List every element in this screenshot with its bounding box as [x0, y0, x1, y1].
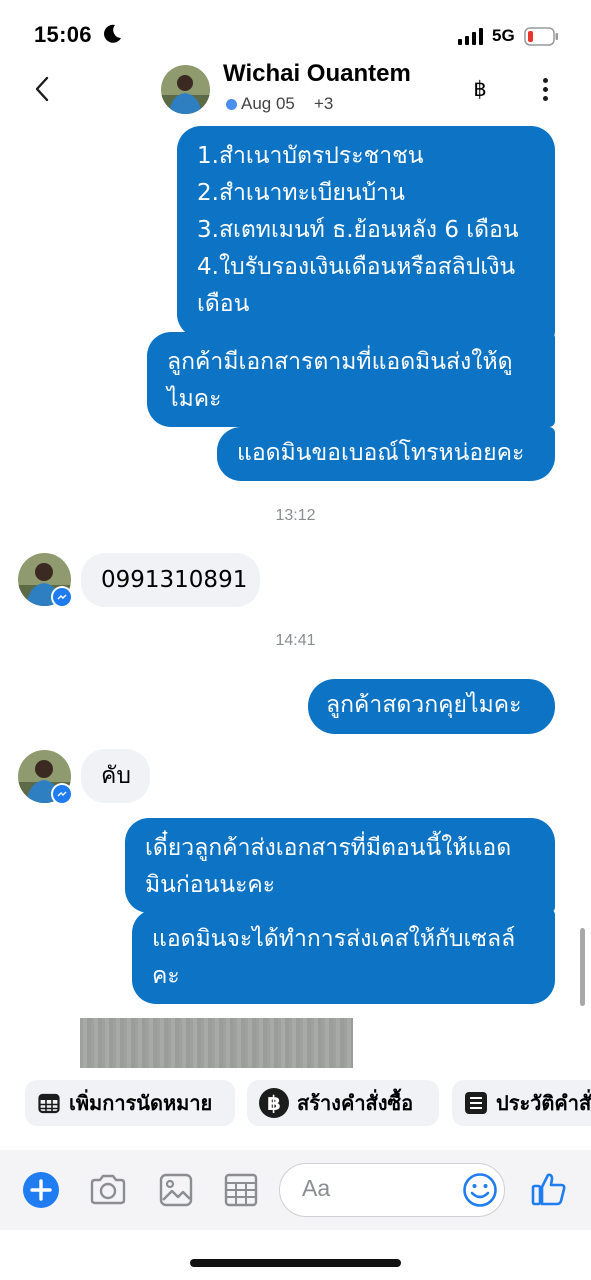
add-appointment-chip[interactable]: เพิ่มการนัดหมาย	[25, 1080, 235, 1126]
back-icon[interactable]	[32, 74, 54, 104]
message-bubble-incoming[interactable]: คับ	[81, 749, 150, 803]
order-history-chip[interactable]: ประวัติคำสั่งซื้อ	[452, 1080, 591, 1126]
message-bubble-outgoing[interactable]: เดี๋ยวลูกค้าส่งเอกสารที่มีตอนนี้ให้แอด ม…	[125, 818, 555, 913]
create-order-chip[interactable]: ฿ สร้างคำสั่งซื้อ	[247, 1080, 439, 1126]
message-bubble-outgoing[interactable]: ลูกค้ามีเอกสารตามที่แอดมินส่งให้ดู ไมคะ	[147, 332, 555, 427]
timestamp-separator: 14:41	[275, 632, 316, 649]
messenger-badge-icon	[51, 783, 73, 805]
camera-icon[interactable]	[88, 1170, 128, 1210]
messenger-badge-icon	[51, 586, 73, 608]
status-time: 15:06	[34, 22, 92, 47]
emoji-icon[interactable]	[462, 1172, 498, 1208]
chip-label: เพิ่มการนัดหมาย	[69, 1091, 213, 1115]
gallery-icon[interactable]	[156, 1170, 196, 1210]
message-bubble-outgoing[interactable]: แอดมินขอเบอณ์โทรหน่อยคะ	[217, 427, 555, 481]
order-history-icon	[464, 1091, 488, 1115]
battery-low-icon	[524, 27, 558, 46]
scrollbar[interactable]	[580, 928, 585, 1006]
more-vert-icon[interactable]	[533, 74, 557, 104]
chip-label: ประวัติคำสั่งซื้อ	[496, 1091, 591, 1115]
message-bubble-outgoing[interactable]: แอดมินจะได้ทำการส่งเคสให้กับเซลล์ คะ	[132, 909, 555, 1004]
add-icon[interactable]	[23, 1172, 59, 1208]
message-bubble-outgoing[interactable]: 1.สำเนาบัตรประชาชน 2.สำเนาทะเบียนบ้าน 3.…	[177, 126, 555, 338]
message-input-placeholder: Aa	[302, 1175, 331, 1201]
chip-label: สร้างคำสั่งซื้อ	[297, 1091, 414, 1115]
calendar-icon	[37, 1091, 61, 1115]
baht-circle-icon: ฿	[259, 1088, 289, 1118]
message-bubble-outgoing[interactable]: ลูกค้าสดวกคุยไมคะ	[308, 679, 555, 734]
signal-icon	[458, 27, 483, 45]
image-attachment-preview[interactable]	[80, 1018, 353, 1068]
contact-avatar[interactable]	[161, 65, 210, 114]
moon-icon	[104, 24, 121, 43]
timestamp-separator: 13:12	[275, 507, 316, 524]
presence-label: Aug 05	[241, 94, 295, 113]
presence-dot	[226, 99, 237, 110]
more-participants-count[interactable]: +3	[314, 94, 333, 114]
home-indicator	[190, 1259, 401, 1267]
network-label: 5G	[492, 26, 515, 45]
keyboard-grid-icon[interactable]	[221, 1170, 261, 1210]
baht-icon[interactable]: ฿	[465, 74, 495, 104]
contact-name[interactable]: Wichai Ouantem	[223, 60, 411, 88]
message-bubble-incoming[interactable]: 0991310891	[81, 553, 260, 607]
like-icon[interactable]	[530, 1170, 568, 1208]
